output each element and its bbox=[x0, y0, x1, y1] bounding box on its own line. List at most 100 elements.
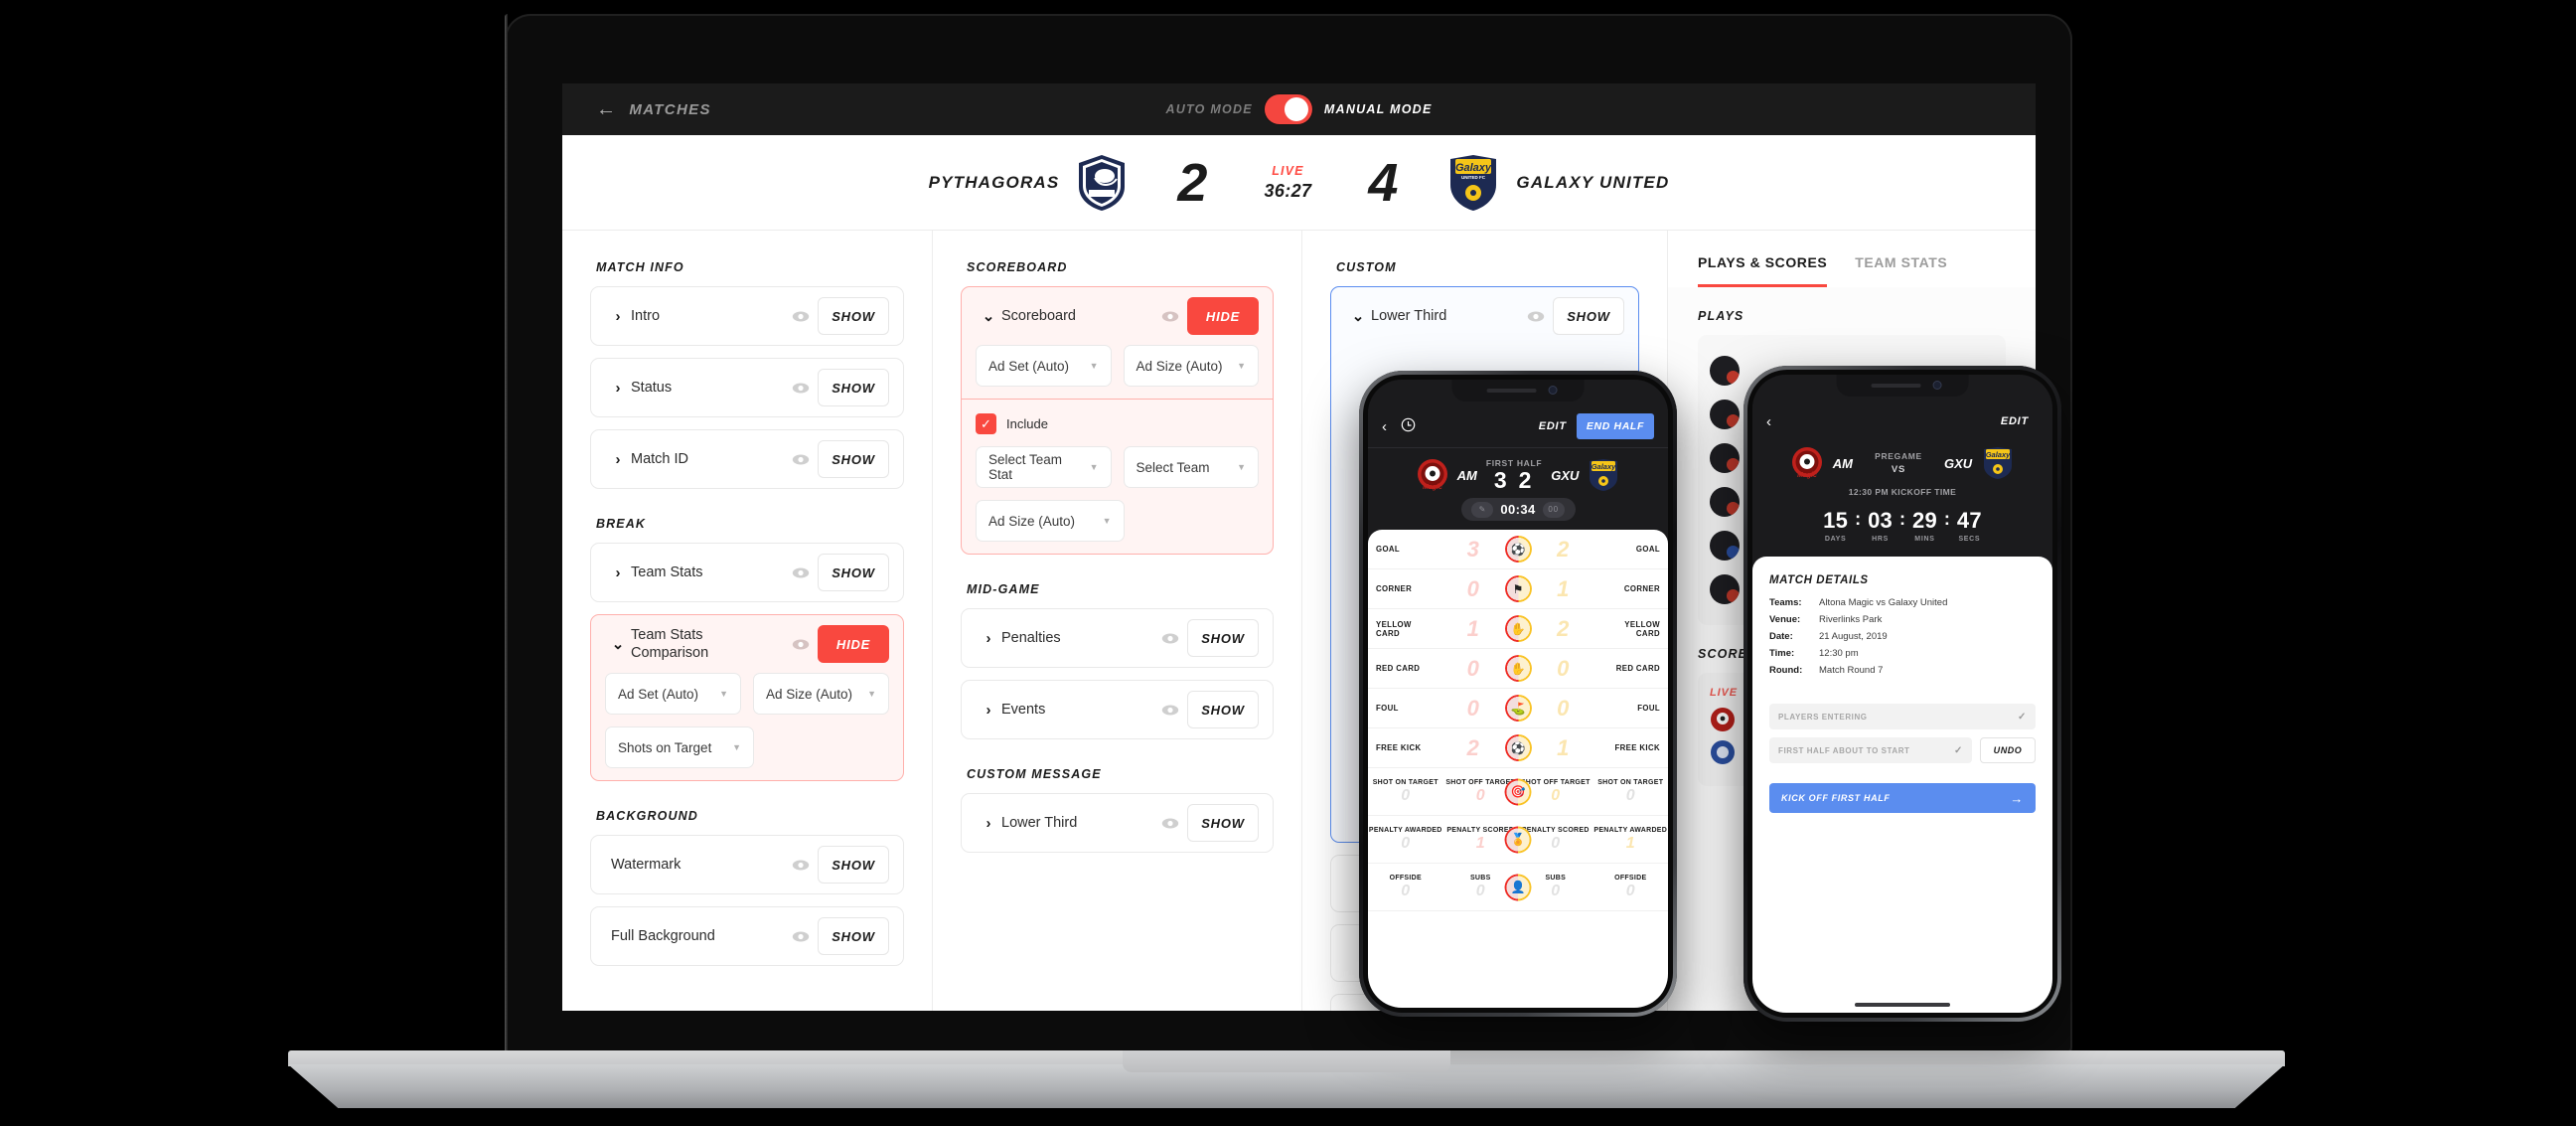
chevron-right-icon[interactable]: › bbox=[605, 451, 631, 468]
chevron-right-icon[interactable]: › bbox=[605, 308, 631, 325]
chevron-down-icon[interactable]: ⌄ bbox=[1345, 307, 1371, 325]
stat-label-left: GOAL bbox=[1376, 545, 1401, 555]
hide-button[interactable]: HIDE bbox=[818, 625, 889, 663]
show-button[interactable]: SHOW bbox=[818, 554, 889, 591]
stat-row-free-kick[interactable]: FREE KICK 2 ⚽ 1 FREE KICK bbox=[1368, 728, 1668, 769]
show-button[interactable]: SHOW bbox=[1553, 297, 1624, 335]
show-button[interactable]: SHOW bbox=[818, 917, 889, 955]
card-events[interactable]: › Events SHOW bbox=[961, 680, 1274, 739]
kick-off-button[interactable]: KICK OFF FIRST HALF → bbox=[1769, 783, 2036, 813]
eye-icon[interactable] bbox=[784, 931, 818, 942]
include-checkbox[interactable]: ✓ bbox=[976, 413, 996, 434]
card-status[interactable]: › Status SHOW bbox=[590, 358, 904, 417]
countdown-unit: 03 HRS bbox=[1868, 510, 1893, 544]
pencil-icon[interactable]: ✎ bbox=[1471, 501, 1494, 518]
stat-row-foul[interactable]: FOUL 0 ⛳ 0 FOUL bbox=[1368, 689, 1668, 729]
card-intro[interactable]: › Intro SHOW bbox=[590, 286, 904, 346]
edit-button[interactable]: EDIT bbox=[1539, 420, 1567, 432]
card-scoreboard[interactable]: ⌄ Scoreboard HIDE Ad Set (Auto) ▼ Ad Siz… bbox=[961, 286, 1274, 555]
card-watermark[interactable]: Watermark SHOW bbox=[590, 835, 904, 894]
live-tag: LIVE bbox=[1272, 163, 1304, 178]
quad-cell[interactable]: OFFSIDE 0 bbox=[1368, 875, 1443, 899]
match-timer[interactable]: ✎ 00:34 00 bbox=[1460, 498, 1576, 522]
eye-icon[interactable] bbox=[784, 383, 818, 394]
chevron-right-icon[interactable]: › bbox=[976, 815, 1001, 832]
eye-icon[interactable] bbox=[1153, 311, 1187, 322]
mode-toggle[interactable]: AUTO MODE MANUAL MODE bbox=[1165, 94, 1432, 124]
card-full-background[interactable]: Full Background SHOW bbox=[590, 906, 904, 966]
home-abbr: AM bbox=[1456, 467, 1477, 483]
stat-home-value: 0 bbox=[1466, 575, 1479, 601]
quad-cell[interactable]: SHOT ON TARGET 0 bbox=[1368, 779, 1443, 804]
quad-cell[interactable]: PENALTY AWARDED 0 bbox=[1368, 827, 1443, 852]
eye-icon[interactable] bbox=[784, 567, 818, 578]
ad-set-select[interactable]: Ad Set (Auto) ▼ bbox=[976, 345, 1112, 387]
include-toggle[interactable]: ✓ Include bbox=[976, 400, 1259, 446]
chevron-right-icon[interactable]: › bbox=[605, 564, 631, 581]
quad-value: 0 bbox=[1625, 883, 1635, 900]
quad-cell[interactable]: SHOT ON TARGET 0 bbox=[1593, 779, 1669, 804]
chevron-left-icon[interactable]: ‹ bbox=[1766, 413, 1771, 430]
eye-icon[interactable] bbox=[1519, 311, 1553, 322]
ad-size-select-2[interactable]: Ad Size (Auto) ▼ bbox=[976, 500, 1125, 542]
chevron-right-icon[interactable]: › bbox=[605, 380, 631, 397]
tab-plays-and-scores[interactable]: PLAYS & SCORES bbox=[1698, 254, 1828, 287]
ad-set-select[interactable]: Ad Set (Auto) ▼ bbox=[605, 673, 741, 715]
team-stat-select[interactable]: Select Team Stat ▼ bbox=[976, 446, 1112, 488]
chevron-down-icon[interactable]: ⌄ bbox=[605, 635, 631, 653]
card-team-stats[interactable]: › Team Stats SHOW bbox=[590, 543, 904, 602]
countdown-timer: 15 DAYS : 03 HRS : 29 MINS : 47 SECS bbox=[1762, 510, 2043, 544]
stat-row-goal[interactable]: GOAL 3 ⚽ 2 GOAL bbox=[1368, 530, 1668, 570]
step-label: PLAYERS ENTERING bbox=[1778, 712, 1868, 722]
chevron-down-icon[interactable]: ⌄ bbox=[976, 307, 1001, 325]
end-half-button[interactable]: END HALF bbox=[1576, 413, 1654, 439]
card-match-id[interactable]: › Match ID SHOW bbox=[590, 429, 904, 489]
card-lower-third[interactable]: › Lower Third SHOW bbox=[961, 793, 1274, 853]
eye-icon[interactable] bbox=[1153, 818, 1187, 829]
quad-cell[interactable]: PENALTY AWARDED 1 bbox=[1593, 827, 1669, 852]
ad-size-select[interactable]: Ad Size (Auto) ▼ bbox=[753, 673, 889, 715]
stat-row-red-card[interactable]: RED CARD 0 ✋ 0 RED CARD bbox=[1368, 649, 1668, 690]
section-title-match-info: MATCH INFO bbox=[596, 260, 684, 274]
stat-row-penalty[interactable]: PENALTY AWARDED 0 PENALTY SCORED 1 🏅 PENAL… bbox=[1368, 816, 1669, 865]
chevron-right-icon[interactable]: › bbox=[976, 630, 1001, 647]
show-button[interactable]: SHOW bbox=[818, 440, 889, 478]
chevron-right-icon[interactable]: › bbox=[976, 702, 1001, 719]
edit-button[interactable]: EDIT bbox=[2001, 415, 2029, 427]
show-button[interactable]: SHOW bbox=[1187, 804, 1259, 842]
show-button[interactable]: SHOW bbox=[818, 369, 889, 406]
eye-icon[interactable] bbox=[1153, 705, 1187, 716]
chevron-left-icon[interactable]: ‹ bbox=[1382, 418, 1387, 435]
back-to-matches-button[interactable]: ← MATCHES bbox=[596, 99, 711, 119]
card-penalties[interactable]: › Penalties SHOW bbox=[961, 608, 1274, 668]
players-entering-step[interactable]: PLAYERS ENTERING ✓ bbox=[1769, 704, 2036, 729]
mode-switch[interactable] bbox=[1264, 94, 1312, 124]
countdown-label: DAYS bbox=[1824, 536, 1847, 543]
show-button[interactable]: SHOW bbox=[1187, 619, 1259, 657]
chevron-down-icon: ▼ bbox=[719, 689, 728, 699]
tab-team-stats[interactable]: TEAM STATS bbox=[1855, 254, 1947, 287]
eye-icon[interactable] bbox=[784, 860, 818, 871]
stat-row-corner[interactable]: CORNER 0 ⚑ 1 CORNER bbox=[1368, 569, 1668, 610]
stat-row-shots[interactable]: SHOT ON TARGET 0 SHOT OFF TARGET 0 🎯 SHOT … bbox=[1368, 768, 1669, 817]
clock-icon[interactable] bbox=[1401, 417, 1416, 436]
first-half-step[interactable]: FIRST HALF ABOUT TO START ✓ bbox=[1769, 737, 1972, 763]
stat-select[interactable]: Shots on Target ▼ bbox=[605, 726, 754, 768]
stat-row-yellow-card[interactable]: YELLOW CARD 1 ✋ 2 YELLOW CARD bbox=[1368, 609, 1668, 650]
show-button[interactable]: SHOW bbox=[818, 846, 889, 884]
hide-button[interactable]: HIDE bbox=[1187, 297, 1259, 335]
show-button[interactable]: SHOW bbox=[818, 297, 889, 335]
eye-icon[interactable] bbox=[1153, 633, 1187, 644]
quad-cell[interactable]: OFFSIDE 0 bbox=[1593, 875, 1669, 899]
stat-row-offside-subs[interactable]: OFFSIDE 0 SUBS 0 👤 SUBS 0 OFFSIDE 0 bbox=[1368, 864, 1669, 912]
show-button[interactable]: SHOW bbox=[1187, 691, 1259, 728]
eye-icon[interactable] bbox=[784, 639, 818, 650]
include-label: Include bbox=[1006, 416, 1048, 431]
eye-icon[interactable] bbox=[784, 311, 818, 322]
card-team-stats-comparison[interactable]: ⌄ Team Stats Comparison HIDE Ad Set (Aut… bbox=[590, 614, 904, 781]
ad-size-select[interactable]: Ad Size (Auto) ▼ bbox=[1123, 345, 1259, 387]
eye-icon[interactable] bbox=[784, 454, 818, 465]
pause-button[interactable]: 00 bbox=[1542, 501, 1565, 518]
undo-button[interactable]: UNDO bbox=[1980, 737, 2036, 763]
team-select[interactable]: Select Team ▼ bbox=[1123, 446, 1259, 488]
